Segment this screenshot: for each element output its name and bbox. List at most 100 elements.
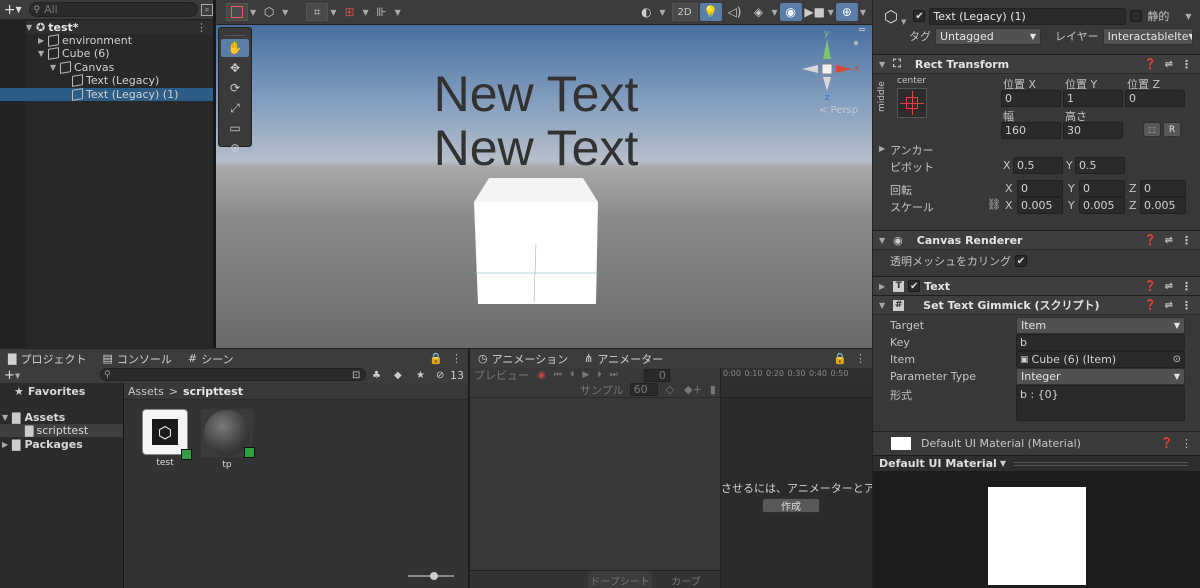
first-key-icon[interactable]: ⏮ <box>554 370 562 380</box>
scale-y-field[interactable]: 0.005 <box>1079 197 1125 214</box>
pos-z-field[interactable]: 0 <box>1125 90 1185 107</box>
scene-menu-icon[interactable]: ═ <box>854 25 870 36</box>
layer-dropdown[interactable]: InteractableIte▼ <box>1102 27 1193 45</box>
event-icon[interactable]: ▮ <box>710 383 716 396</box>
add-keyframe-icon[interactable]: ◇ <box>666 383 674 396</box>
text-enabled-checkbox[interactable]: ✔ <box>908 280 921 292</box>
icon-dropdown-icon[interactable]: ▼ <box>901 18 906 26</box>
tab-console[interactable]: ▤ コンソール <box>94 349 179 369</box>
scale-z-field[interactable]: 0.005 <box>1140 197 1186 214</box>
scene-view[interactable]: ✋ ✥ ⟳ ⤢ ▭ ⊛ New Text New Text y x z < Pe… <box>216 25 872 348</box>
camera-icon[interactable]: ▶■ <box>804 3 826 21</box>
align-icon[interactable]: ⊪ <box>371 3 393 21</box>
curves-button[interactable]: カーブ <box>654 571 718 588</box>
preview-drag-handle[interactable] <box>1013 461 1188 466</box>
search-by-type-icon[interactable]: ⊡ <box>352 370 360 381</box>
assets-label[interactable]: Assets <box>24 411 65 424</box>
target-dropdown[interactable]: Item ▼ <box>1016 317 1185 334</box>
chevron-down-icon[interactable]: ▼ <box>282 8 288 17</box>
chevron-down-icon[interactable]: ▼ <box>362 8 368 17</box>
lighting-icon[interactable]: 💡 <box>699 3 722 21</box>
rect-tool-icon[interactable]: ▭ <box>221 119 249 137</box>
parameter-type-dropdown[interactable]: Integer ▼ <box>1016 368 1185 385</box>
gimmick-header[interactable]: ▼ # Set Text Gimmick (スクリプト) ❓ ⇌ ⋮ <box>873 295 1200 315</box>
timeline-ruler[interactable]: 0:00 0:10 0:20 0:30 0:40 0:50 <box>721 368 872 382</box>
preset-icon[interactable]: ⇌ <box>1165 235 1173 246</box>
scale-tool-icon[interactable]: ⤢ <box>221 99 249 117</box>
expand-arrow-icon[interactable]: ▶ <box>879 282 885 291</box>
tab-animator[interactable]: ⋔ アニメーター <box>576 349 671 369</box>
panel-menu-icon[interactable]: ⋮ <box>855 352 866 365</box>
create-animation-button[interactable]: 作成 <box>762 498 820 513</box>
hierarchy-item[interactable]: ▼ Cube (6) <box>0 47 213 60</box>
expand-arrow-icon[interactable]: ▼ <box>879 301 885 310</box>
create-button[interactable]: + <box>4 368 15 383</box>
hidden-packages-icon[interactable]: ⊘ <box>436 370 444 381</box>
component-menu-icon[interactable]: ⋮ <box>1181 437 1192 450</box>
next-key-icon[interactable]: ⏵ <box>597 370 602 380</box>
active-checkbox[interactable]: ✔ <box>913 10 926 22</box>
packages-label[interactable]: Packages <box>24 438 82 451</box>
favorites-label[interactable]: Favorites <box>28 385 85 398</box>
preview-button[interactable]: プレビュー <box>474 367 529 383</box>
tab-project[interactable]: ▇ プロジェクト <box>0 348 95 369</box>
draw-mode-icon[interactable] <box>226 3 248 21</box>
chevron-down-icon[interactable]: ▼ <box>250 8 256 17</box>
hierarchy-search-input[interactable]: ⚲ All <box>29 2 199 17</box>
component-menu-icon[interactable]: ⋮ <box>1181 280 1192 293</box>
expand-arrow-icon[interactable]: ▶ <box>879 144 885 153</box>
component-menu-icon[interactable]: ⋮ <box>1181 299 1192 312</box>
sample-field[interactable]: 60 <box>629 383 658 396</box>
dopesheet-button[interactable]: ドープシート <box>588 571 652 588</box>
pivot-y-field[interactable]: 0.5 <box>1075 157 1125 174</box>
raw-edit-button[interactable]: R <box>1163 122 1181 137</box>
rot-y-field[interactable]: 0 <box>1079 180 1125 197</box>
chevron-down-icon[interactable]: ▼ <box>330 8 336 17</box>
help-icon[interactable]: ❓ <box>1144 59 1156 70</box>
chevron-down-icon[interactable]: ▼ <box>395 8 401 17</box>
shading-icon[interactable]: ◐ <box>635 3 657 21</box>
object-picker-icon[interactable]: ⊙ <box>1173 354 1181 365</box>
help-icon[interactable]: ❓ <box>1161 438 1173 449</box>
tag-dropdown[interactable]: Untagged ▼ <box>935 27 1041 45</box>
chevron-down-icon[interactable]: ▼ <box>659 8 665 17</box>
material-header[interactable]: Default UI Material (Material) ❓ ⋮ <box>873 431 1200 455</box>
cull-transparent-checkbox[interactable]: ✔ <box>1015 255 1027 267</box>
transform-tool-icon[interactable]: ⊛ <box>221 139 249 157</box>
static-dropdown-icon[interactable]: ▼ <box>1185 12 1191 21</box>
hidden-objects-icon[interactable]: ◉ <box>779 3 802 21</box>
asset-scene-test[interactable]: ⬡ test <box>142 409 192 468</box>
pos-y-field[interactable]: 1 <box>1063 90 1123 107</box>
effects-icon[interactable]: ◈ <box>748 3 770 21</box>
star-icon[interactable]: ★ <box>416 370 425 381</box>
tab-animation[interactable]: ◷ アニメーション <box>470 348 577 369</box>
last-key-icon[interactable]: ⏭ <box>610 370 618 380</box>
add-button[interactable]: + ▼ <box>0 2 25 18</box>
icon-size-slider[interactable] <box>408 572 454 580</box>
persp-label[interactable]: < Persp <box>819 105 858 116</box>
render-mode-icon[interactable]: ⬡ <box>258 3 280 21</box>
rot-z-field[interactable]: 0 <box>1140 180 1186 197</box>
scene-text-1[interactable]: New Text <box>396 67 676 121</box>
canvas-renderer-header[interactable]: ▼ ◉ Canvas Renderer ❓ ⇌ ⋮ <box>873 230 1200 250</box>
preset-icon[interactable]: ⇌ <box>1165 59 1173 70</box>
hierarchy-item[interactable]: ▼ Canvas <box>0 61 213 74</box>
breadcrumb-leaf[interactable]: scripttest <box>183 385 243 398</box>
static-checkbox[interactable] <box>1130 10 1143 22</box>
2d-toggle-button[interactable]: 2D <box>671 3 698 21</box>
animation-timeline[interactable]: 0:00 0:10 0:20 0:30 0:40 0:50 させるには、アニメーターとア … <box>720 368 872 588</box>
lock-icon[interactable]: 🔒 <box>429 352 443 365</box>
key-field[interactable]: b <box>1016 334 1185 351</box>
record-icon[interactable]: ◉ <box>537 370 546 381</box>
chevron-down-icon[interactable]: ▼ <box>1000 459 1006 468</box>
item-object-field[interactable]: ▣ Cube (6) (Item) ⊙ <box>1016 351 1185 368</box>
blueprint-mode-button[interactable]: ⬚ <box>1143 122 1161 137</box>
expand-arrow-icon[interactable]: ▶ <box>38 36 48 45</box>
scale-x-field[interactable]: 0.005 <box>1017 197 1063 214</box>
chevron-down-icon[interactable]: ▼ <box>772 8 778 17</box>
event-track[interactable] <box>721 382 872 398</box>
asset-material-tp[interactable]: tp <box>201 409 255 470</box>
expand-arrow-icon[interactable]: ▶ <box>2 440 12 449</box>
scene-text-2[interactable]: New Text <box>396 121 676 175</box>
expand-arrow-icon[interactable]: ▼ <box>879 60 885 69</box>
